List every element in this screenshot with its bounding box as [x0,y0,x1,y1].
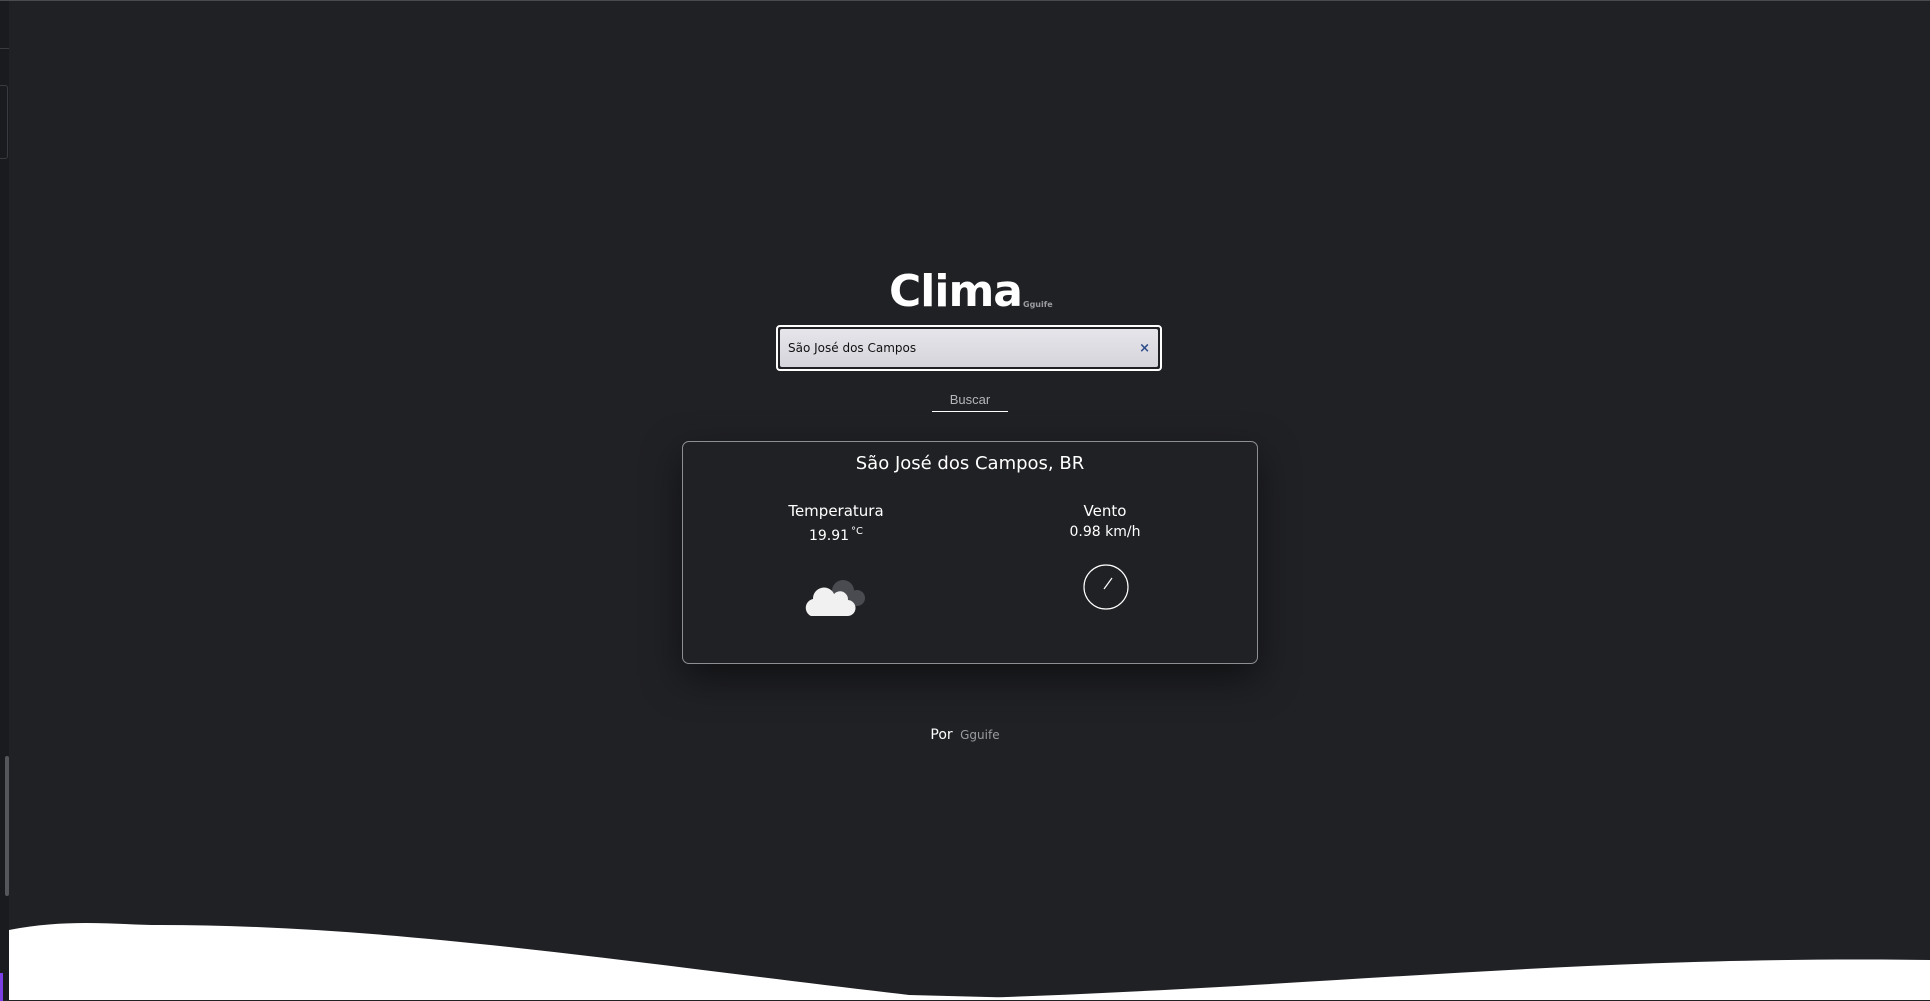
clear-icon[interactable]: × [1139,342,1150,355]
search-button[interactable]: Buscar [932,388,1008,412]
wind-section: Vento 0.98 km/h [1005,502,1205,541]
sidebar-accent-marker [0,973,3,1001]
weather-card: São José dos Campos, BR Temperatura 19.9… [682,441,1258,664]
left-sidebar-strip [0,1,9,1001]
temperature-reading: 19.91 °C [736,523,936,545]
window-top-border [0,0,1930,1]
footer-credit: Por Gguife [0,727,1930,743]
wind-value: 0.98 km/h [1069,524,1141,540]
decorative-wave [9,922,1930,1000]
temperature-value: 19.91 [808,528,850,544]
location-title: São José dos Campos, BR [855,453,1085,474]
wind-label: Vento [1083,502,1127,520]
sidebar-panel-edge [0,85,8,159]
app-title: Clima [889,266,1023,317]
app-header: Clima Gguife [889,262,1053,322]
sidebar-divider [0,48,9,49]
wind-direction-compass-icon [1083,564,1129,610]
search-box: × [776,325,1162,371]
footer-author-link[interactable]: Gguife [960,728,999,742]
temperature-unit: °C [851,526,864,537]
temperature-section: Temperatura 19.91 °C [736,502,936,545]
search-field-wrapper: × [780,329,1158,367]
temperature-label: Temperatura [788,502,884,520]
scrollbar-thumb[interactable] [5,756,9,896]
footer-prefix: Por [930,727,953,743]
city-search-input[interactable] [788,341,1140,355]
cloudy-icon [805,580,865,617]
app-title-author: Gguife [1023,300,1053,309]
